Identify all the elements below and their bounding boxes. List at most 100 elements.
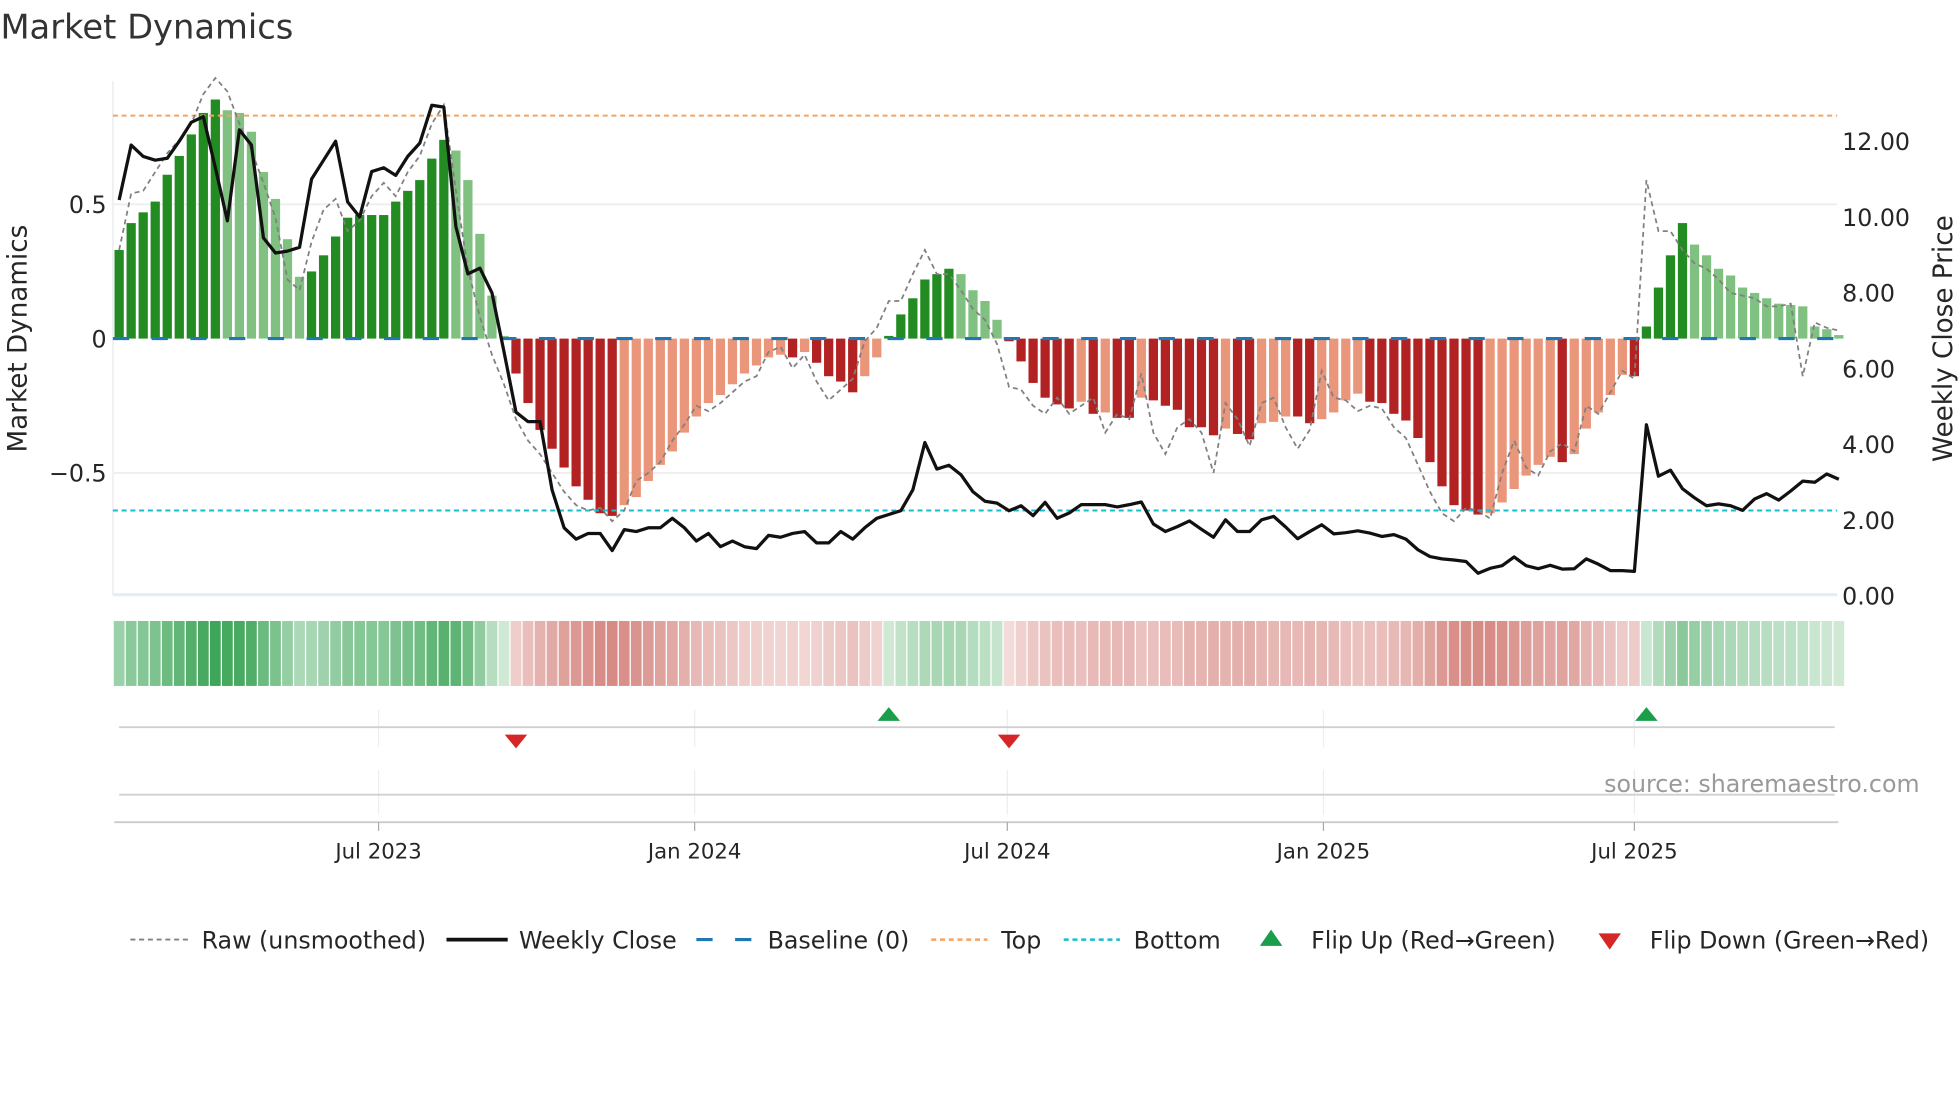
momentum-bar bbox=[824, 338, 834, 377]
heat-cell bbox=[426, 620, 438, 686]
momentum-bar bbox=[1834, 335, 1844, 339]
heat-cell bbox=[691, 620, 702, 686]
heat-cell bbox=[570, 620, 582, 686]
momentum-bar bbox=[1377, 338, 1387, 404]
momentum-bar bbox=[1774, 303, 1784, 339]
momentum-bar bbox=[812, 338, 822, 363]
heat-cell bbox=[1111, 620, 1123, 686]
heat-cell bbox=[823, 620, 835, 686]
flip-panel bbox=[119, 707, 1835, 815]
heat-cell bbox=[1833, 620, 1845, 686]
heat-cell bbox=[258, 620, 269, 686]
heat-cell bbox=[883, 620, 895, 686]
heat-cell bbox=[234, 620, 245, 686]
heat-cell bbox=[799, 620, 810, 686]
heat-cell bbox=[763, 620, 774, 686]
heat-cell bbox=[1809, 620, 1821, 686]
momentum-bar bbox=[1413, 338, 1423, 438]
momentum-bar bbox=[1401, 338, 1411, 421]
legend-flip-up-label: Flip Up (Red→Green) bbox=[1311, 926, 1556, 954]
heat-cell bbox=[1665, 620, 1676, 686]
momentum-bar bbox=[1040, 338, 1050, 398]
momentum-bar bbox=[391, 201, 401, 339]
heat-cell bbox=[811, 620, 823, 686]
heat-cell bbox=[715, 620, 726, 686]
momentum-bar bbox=[631, 338, 641, 498]
heat-cell bbox=[378, 620, 390, 686]
momentum-bar bbox=[763, 338, 774, 358]
series-lines bbox=[117, 76, 1840, 575]
heat-cell bbox=[1027, 620, 1039, 686]
heat-cell bbox=[161, 620, 173, 686]
heat-cell bbox=[979, 620, 991, 686]
momentum-bar bbox=[439, 139, 449, 339]
heat-cell bbox=[330, 620, 341, 686]
momentum-bar bbox=[1461, 338, 1471, 511]
heat-cell bbox=[462, 620, 474, 686]
heat-cell bbox=[1280, 620, 1292, 686]
momentum-bar bbox=[860, 338, 870, 377]
heat-cell bbox=[1244, 620, 1255, 686]
momentum-bar bbox=[1124, 338, 1134, 418]
heat-cell bbox=[871, 620, 883, 686]
heat-cell bbox=[390, 620, 402, 686]
heat-cell bbox=[1256, 620, 1267, 686]
momentum-bar bbox=[379, 215, 389, 339]
momentum-bar bbox=[1557, 338, 1567, 463]
heat-cell bbox=[113, 620, 125, 686]
heat-cell bbox=[1268, 620, 1279, 686]
heat-cell bbox=[1208, 620, 1219, 686]
legend: Raw (unsmoothed) Weekly Close Baseline (… bbox=[130, 926, 1929, 954]
momentum-bar bbox=[1617, 338, 1627, 375]
momentum-bar bbox=[1437, 338, 1447, 487]
heat-cell bbox=[666, 620, 678, 686]
heat-cell bbox=[137, 620, 149, 686]
heat-cell bbox=[1544, 620, 1556, 686]
heat-cell bbox=[1629, 620, 1640, 686]
momentum-bar bbox=[595, 338, 605, 514]
heat-cell bbox=[594, 620, 606, 686]
heat-cell bbox=[1184, 620, 1195, 686]
heat-cell bbox=[1568, 620, 1580, 686]
momentum-bar bbox=[415, 180, 425, 339]
momentum-bar bbox=[1028, 338, 1038, 383]
momentum-bar bbox=[655, 338, 665, 465]
heat-cell bbox=[751, 620, 762, 686]
heat-cell bbox=[209, 620, 221, 686]
right-axis-label: Weekly Close Price bbox=[1929, 215, 1959, 462]
heat-cell bbox=[1773, 620, 1785, 686]
heat-cell bbox=[125, 620, 137, 686]
momentum-bar bbox=[1509, 338, 1519, 490]
heat-cell bbox=[1328, 620, 1340, 686]
legend-flip-down-label: Flip Down (Green→Red) bbox=[1650, 926, 1929, 954]
raw-series-line bbox=[118, 76, 1840, 523]
heat-cell bbox=[835, 620, 847, 686]
heat-cell bbox=[1653, 620, 1664, 686]
legend-flip-down-icon bbox=[1598, 933, 1621, 950]
momentum-bar bbox=[1112, 338, 1122, 418]
left-tick-label: −0.5 bbox=[49, 460, 107, 488]
heat-cell bbox=[1304, 620, 1316, 686]
right-axis-ticks: 0.00 2.00 4.00 6.00 8.00 10.00 12.00 bbox=[1842, 128, 1910, 611]
heat-cell bbox=[1725, 620, 1736, 686]
momentum-bar bbox=[138, 212, 148, 339]
momentum-bar bbox=[787, 338, 798, 358]
left-axis-ticks: 0.5 0 −0.5 bbox=[49, 191, 107, 488]
momentum-bar bbox=[1533, 338, 1543, 465]
momentum-bar bbox=[1305, 338, 1315, 424]
momentum-bar bbox=[1545, 338, 1555, 457]
momentum-bar bbox=[1353, 338, 1363, 394]
heat-cell bbox=[955, 620, 967, 686]
heat-cell bbox=[618, 620, 630, 686]
momentum-bar bbox=[1148, 338, 1158, 401]
heat-cell bbox=[630, 620, 642, 686]
heat-cell bbox=[246, 620, 257, 686]
heat-cell bbox=[1677, 620, 1688, 686]
momentum-bar bbox=[1593, 338, 1603, 413]
momentum-bar bbox=[932, 274, 942, 339]
flip-up-marker bbox=[1635, 707, 1658, 721]
legend-bottom-label: Bottom bbox=[1134, 926, 1221, 954]
momentum-bar bbox=[1329, 338, 1339, 413]
momentum-bar bbox=[1256, 338, 1267, 424]
heat-cell bbox=[654, 620, 666, 686]
